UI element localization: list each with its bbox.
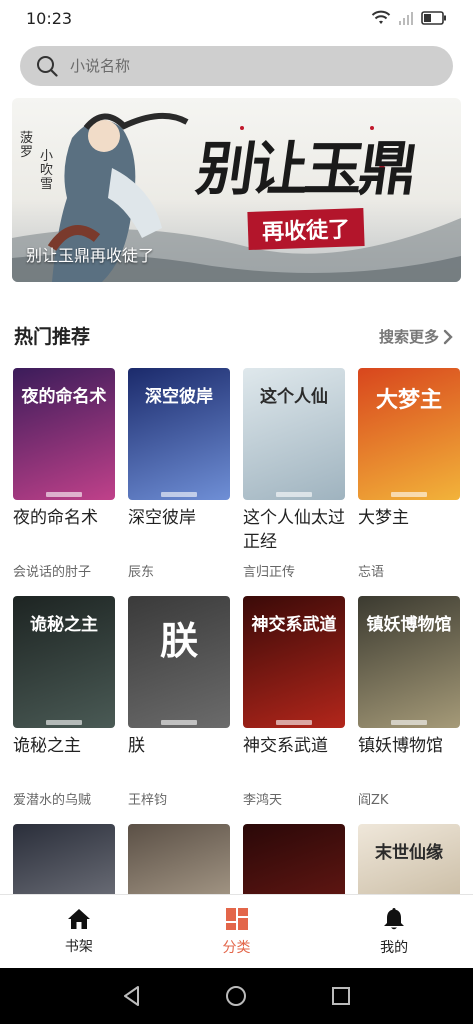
book-card[interactable]: 深空彼岸 深空彼岸: [128, 368, 230, 530]
book-title: 诡秘之主: [13, 736, 81, 756]
status-time: 10:23: [26, 8, 73, 28]
promo-banner[interactable]: 菠罗 小吹雪 别让玉鼎 再收徒了 别让玉鼎再收徒了: [12, 98, 461, 282]
book-card[interactable]: 这个人仙 这个人仙太过正经: [243, 368, 345, 554]
book-card[interactable]: 神交系武道 神交系武道: [243, 596, 345, 758]
book-author: 辰东: [128, 565, 155, 580]
bottom-tab-bar: 书架 分类 我的: [0, 894, 473, 968]
book-author: 爱潜水的乌贼: [13, 793, 92, 808]
recents-square-icon[interactable]: [330, 985, 352, 1007]
book-cover: 大梦主: [358, 368, 460, 500]
battery-icon: [421, 11, 446, 25]
book-card[interactable]: 大梦主 大梦主: [358, 368, 460, 530]
tab-bookshelf-label: 书架: [64, 938, 93, 955]
cover-title-text: 末世仙缘: [375, 843, 443, 863]
book-title: 这个人仙太过正经: [243, 508, 345, 552]
cover-title-text: 深空彼岸: [145, 387, 213, 407]
tab-category[interactable]: 分类: [158, 895, 316, 968]
chevron-right-icon: [443, 329, 453, 344]
home-icon: [67, 908, 90, 929]
publisher-tag: [46, 492, 82, 497]
cover-title-text: 这个人仙: [260, 387, 328, 407]
book-author: 王梓钧: [128, 793, 168, 808]
search-more-link[interactable]: 搜索更多: [379, 326, 453, 347]
book-author: 会说话的肘子: [13, 565, 92, 580]
book-card[interactable]: 夜的命名术 夜的命名术: [13, 368, 115, 530]
publisher-tag: [391, 492, 427, 497]
signal-icon: [399, 12, 413, 25]
banner-caption: 别让玉鼎再收徒了: [26, 246, 155, 265]
publisher-tag: [276, 720, 312, 725]
category-icon: [225, 907, 248, 930]
cover-title-text: 诡秘之主: [30, 615, 98, 635]
book-title: 深空彼岸: [128, 508, 196, 528]
book-cover: 夜的命名术: [13, 368, 115, 500]
book-title: 镇妖博物馆: [358, 736, 443, 756]
tab-category-label: 分类: [222, 939, 251, 956]
banner-cover-author-b: 小吹雪: [40, 149, 54, 192]
search-bar[interactable]: [20, 46, 453, 86]
cover-title-text: 朕: [159, 618, 198, 663]
cover-title-text: 夜的命名术: [21, 387, 107, 407]
wifi-icon: [371, 10, 391, 24]
book-cover: 诡秘之主: [13, 596, 115, 728]
search-icon: [37, 56, 58, 77]
book-cover: 这个人仙: [243, 368, 345, 500]
book-cover: 镇妖博物馆: [358, 596, 460, 728]
book-title: 大梦主: [358, 508, 409, 528]
cover-title-text: 镇妖博物馆: [366, 615, 452, 635]
section-title: 热门推荐: [14, 326, 91, 348]
book-title: 神交系武道: [243, 736, 328, 756]
tab-bookshelf[interactable]: 书架: [0, 895, 158, 968]
status-bar: 10:23: [0, 0, 473, 36]
book-card[interactable]: 诡秘之主 诡秘之主: [13, 596, 115, 758]
search-input[interactable]: [70, 57, 430, 75]
banner-cover-subtitle: 再收徒了: [247, 207, 365, 251]
banner-cover-title: 别让玉鼎: [192, 135, 419, 203]
cover-title-text: 大梦主: [375, 387, 442, 413]
book-author: 言归正传: [243, 565, 296, 580]
publisher-tag: [46, 720, 82, 725]
book-title: 夜的命名术: [13, 508, 98, 528]
publisher-tag: [161, 720, 197, 725]
book-author: 李鸿天: [243, 793, 283, 808]
status-icons: [371, 10, 447, 26]
book-cover: 朕: [128, 596, 230, 728]
cover-title-text: 神交系武道: [251, 615, 337, 635]
publisher-tag: [276, 492, 312, 497]
app-screen: 10:23 小说名称 菠罗 小吹雪 别让玉鼎 再收徒了 别让玉鼎再收徒了 热门推…: [0, 0, 473, 1024]
tab-mine-label: 我的: [380, 939, 409, 956]
system-nav-bar: [0, 968, 473, 1024]
book-card[interactable]: 镇妖博物馆 镇妖博物馆: [358, 596, 460, 758]
banner-cover-author-a: 菠罗: [20, 131, 34, 160]
book-cover: 深空彼岸: [128, 368, 230, 500]
tab-mine[interactable]: 我的: [315, 895, 473, 968]
book-card[interactable]: 朕 朕: [128, 596, 230, 758]
publisher-tag: [161, 492, 197, 497]
book-author: 忘语: [358, 565, 385, 580]
book-title: 朕: [128, 736, 145, 756]
home-circle-icon[interactable]: [225, 985, 247, 1007]
publisher-tag: [391, 720, 427, 725]
back-icon[interactable]: [121, 985, 143, 1007]
search-more-label: 搜索更多: [378, 328, 439, 346]
book-author: 阎ZK: [358, 793, 389, 808]
book-cover: 神交系武道: [243, 596, 345, 728]
bell-icon: [384, 907, 405, 929]
